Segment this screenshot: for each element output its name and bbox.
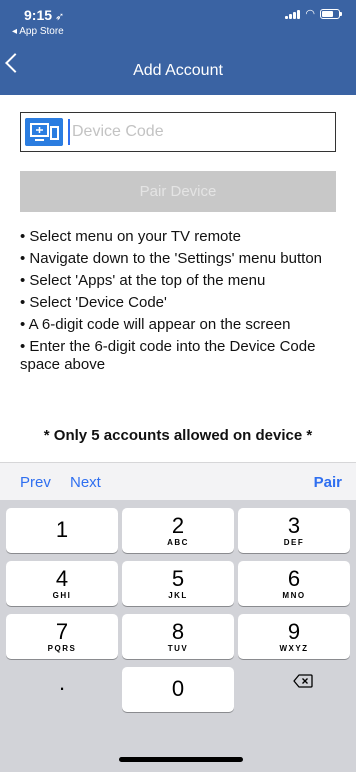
key-digit: 0 (171, 676, 185, 701)
key-9[interactable]: 9 WXYZ (238, 614, 350, 659)
location-arrow-icon: ➶ (55, 11, 65, 23)
backspace-icon[interactable] (293, 674, 313, 688)
key-letters: MNO (282, 591, 306, 600)
instruction-item: • Navigate down to the 'Settings' menu b… (20, 250, 322, 267)
key-digit: 8 (171, 619, 185, 644)
pair-button-accessory[interactable]: Pair (314, 474, 342, 491)
key-digit: 6 (287, 566, 301, 591)
key-8[interactable]: 8 TUV (122, 614, 234, 659)
key-digit: 5 (171, 566, 185, 591)
key-letters: TUV (167, 644, 189, 653)
key-digit: 9 (287, 619, 301, 644)
nav-header: 9:15 ➶ ◂ App Store ◠ Add Account (0, 0, 356, 95)
next-button[interactable]: Next (70, 474, 101, 491)
instructions-list: • Select menu on your TV remote • Naviga… (20, 228, 350, 378)
key-digit: 2 (171, 513, 185, 538)
signal-icon (285, 9, 301, 19)
key-letters: JKL (168, 591, 188, 600)
key-digit: 3 (287, 513, 301, 538)
key-letters: ABC (167, 538, 189, 547)
key-digit: 7 (55, 619, 69, 644)
battery-icon (320, 9, 342, 19)
key-digit: . (58, 670, 66, 695)
back-to-app-store[interactable]: ◂ App Store (12, 26, 64, 37)
keyboard-accessory-bar: Prev Next Pair (0, 462, 356, 501)
key-5[interactable]: 5 JKL (122, 561, 234, 606)
instruction-item: • Select 'Apps' at the top of the menu (20, 272, 266, 289)
key-letters: WXYZ (279, 644, 309, 653)
key-decimal[interactable]: . (6, 662, 118, 707)
key-letters: PQRS (47, 644, 77, 653)
instruction-item: • Enter the 6-digit code into the Device… (20, 338, 316, 373)
key-7[interactable]: 7 PQRS (6, 614, 118, 659)
key-0[interactable]: 0 (122, 667, 234, 712)
key-1[interactable]: 1 (6, 508, 118, 553)
home-indicator[interactable] (119, 757, 243, 762)
key-6[interactable]: 6 MNO (238, 561, 350, 606)
wifi-icon: ◠ (305, 8, 315, 20)
device-code-input[interactable] (68, 119, 327, 145)
key-4[interactable]: 4 GHI (6, 561, 118, 606)
instruction-item: • A 6-digit code will appear on the scre… (20, 316, 291, 333)
key-digit: 1 (55, 517, 69, 542)
prev-button[interactable]: Prev (20, 474, 51, 491)
key-letters: DEF (283, 538, 305, 547)
device-code-field[interactable] (20, 112, 336, 152)
key-3[interactable]: 3 DEF (238, 508, 350, 553)
key-2[interactable]: 2 ABC (122, 508, 234, 553)
pair-device-button[interactable]: Pair Device (20, 171, 336, 212)
status-icons: ◠ (285, 8, 342, 20)
status-time: 9:15 ➶ (24, 7, 64, 23)
page-title: Add Account (133, 62, 223, 79)
status-time-text: 9:15 (24, 7, 53, 23)
instruction-item: • Select menu on your TV remote (20, 228, 241, 245)
instruction-item: • Select 'Device Code' (20, 294, 167, 311)
tv-device-icon (25, 118, 63, 146)
key-letters: GHI (52, 591, 72, 600)
accounts-limit-note: * Only 5 accounts allowed on device * (43, 427, 313, 444)
key-digit: 4 (55, 566, 69, 591)
